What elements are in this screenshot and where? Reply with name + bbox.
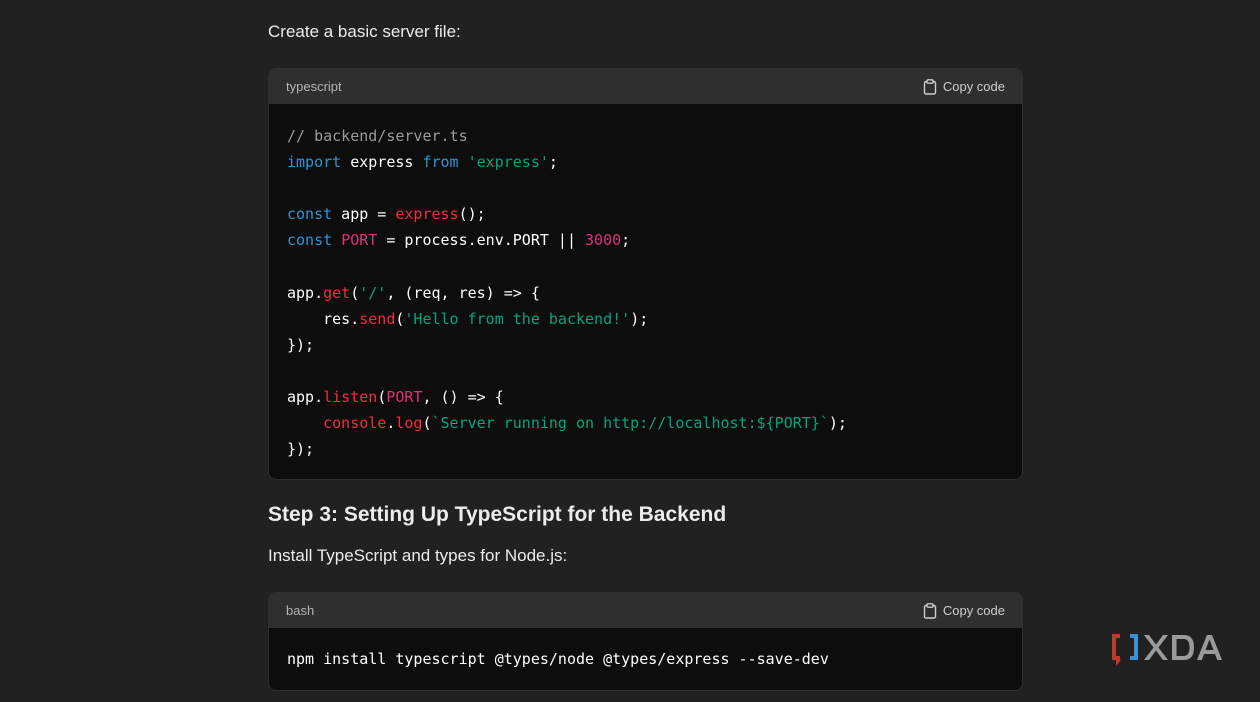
code-line: npm install typescript @types/node @type… xyxy=(287,646,1003,672)
code-content[interactable]: // backend/server.ts import express from … xyxy=(269,104,1022,462)
code-token: }); xyxy=(287,440,315,459)
code-line: app.get('/', (req, res) => { xyxy=(287,280,1003,306)
code-line: const PORT = process.env.PORT || 3000; xyxy=(287,227,1003,253)
code-token: `Server running on http://localhost:${PO… xyxy=(431,414,829,433)
code-token: 'express' xyxy=(467,153,549,172)
copy-code-label: Copy code xyxy=(942,603,1005,618)
xda-logo xyxy=(1110,630,1230,670)
code-token: ; xyxy=(621,231,631,250)
code-language-label: typescript xyxy=(286,79,342,94)
step-heading: Step 3: Setting Up TypeScript for the Ba… xyxy=(268,503,727,526)
code-block-header: bash Copy code xyxy=(269,593,1022,628)
copy-code-button[interactable]: Copy code xyxy=(923,78,1005,95)
code-token: ); xyxy=(828,414,847,433)
code-token: from xyxy=(422,153,459,172)
clipboard-icon xyxy=(923,78,937,95)
code-line: res.send('Hello from the backend!'); xyxy=(287,306,1003,332)
code-token: listen xyxy=(323,387,378,406)
code-token: console xyxy=(323,414,387,433)
code-token: ); xyxy=(630,309,649,328)
code-block-header: typescript Copy code xyxy=(269,69,1022,104)
code-token: // backend/server.ts xyxy=(287,127,468,145)
code-token: '/' xyxy=(359,283,387,302)
code-token: 3000 xyxy=(585,231,622,250)
code-token: }); xyxy=(287,335,315,354)
code-block-typescript: typescript Copy code // backend/server.t… xyxy=(268,68,1023,480)
code-token: ( xyxy=(350,283,360,302)
code-token: app. xyxy=(287,387,324,406)
code-token: res. xyxy=(287,309,360,328)
code-token: const xyxy=(287,231,333,250)
code-token: , () => { xyxy=(422,387,504,406)
code-token: ( xyxy=(422,414,432,433)
code-line: // backend/server.ts xyxy=(287,123,1003,149)
install-paragraph: Install TypeScript and types for Node.js… xyxy=(268,546,568,565)
code-token: app = xyxy=(332,205,396,224)
code-token: const xyxy=(287,205,333,224)
code-line: const app = express(); xyxy=(287,201,1003,227)
code-content[interactable]: npm install typescript @types/node @type… xyxy=(269,628,1022,672)
code-block-bash: bash Copy code npm install typescript @t… xyxy=(268,592,1023,691)
code-token: (); xyxy=(458,205,486,224)
code-token: ( xyxy=(377,387,387,406)
code-token: PORT xyxy=(341,231,378,250)
code-token: express xyxy=(341,153,423,172)
code-token: 'Hello from the backend!' xyxy=(404,309,631,328)
code-line: import express from 'express'; xyxy=(287,149,1003,175)
intro-paragraph: Create a basic server file: xyxy=(268,22,461,41)
code-line: console.log(`Server running on http://lo… xyxy=(287,410,1003,436)
page: Create a basic server file: typescript C… xyxy=(0,0,1260,702)
code-token: get xyxy=(323,283,351,302)
code-language-label: bash xyxy=(286,603,315,618)
code-token: app. xyxy=(287,283,324,302)
code-token: , (req, res) => { xyxy=(386,283,540,302)
code-token: PORT xyxy=(386,387,423,406)
code-token: = process.env.PORT || xyxy=(377,231,586,250)
clipboard-icon xyxy=(923,602,937,619)
code-line: app.listen(PORT, () => { xyxy=(287,384,1003,410)
code-line: }); xyxy=(287,436,1003,462)
code-token: express xyxy=(395,205,459,224)
copy-code-label: Copy code xyxy=(942,79,1005,94)
code-token: npm install typescript @types/node @type… xyxy=(287,650,829,668)
code-token: log xyxy=(395,414,423,433)
code-token: import xyxy=(287,153,342,172)
copy-code-button[interactable]: Copy code xyxy=(923,602,1005,619)
code-token: ; xyxy=(548,153,558,172)
code-token: send xyxy=(359,309,396,328)
code-line: }); xyxy=(287,332,1003,358)
